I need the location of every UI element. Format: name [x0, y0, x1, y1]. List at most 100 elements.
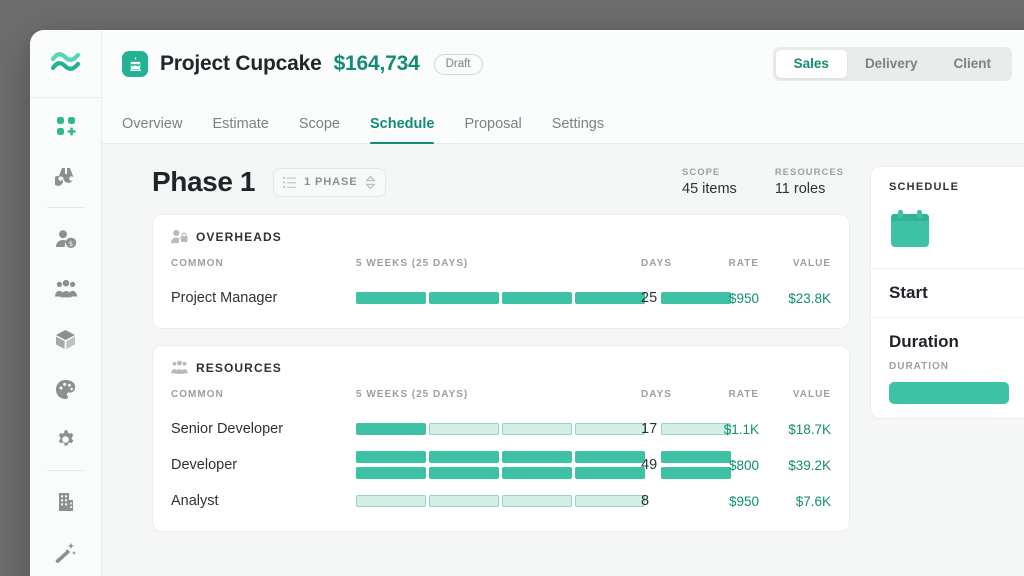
row-rate: $950: [689, 291, 759, 306]
sidebar-item-company[interactable]: [44, 480, 88, 524]
sidebar-item-people[interactable]: [44, 267, 88, 311]
tab-proposal[interactable]: Proposal: [464, 116, 521, 143]
magic-wand-icon: [55, 542, 76, 563]
week-bar: [575, 495, 645, 507]
row-rate: $1.1K: [689, 422, 759, 437]
sidebar-divider-1: [47, 207, 85, 208]
row-days: 8: [637, 493, 689, 509]
stat-scope-key: SCOPE: [682, 167, 737, 178]
phase-header: Phase 1: [152, 166, 850, 214]
tab-scope[interactable]: Scope: [299, 116, 340, 143]
sidebar-item-settings[interactable]: [44, 417, 88, 461]
week-bar: [429, 467, 499, 479]
schedule-column: Phase 1: [102, 144, 870, 576]
table-row[interactable]: Senior Developer 17: [171, 411, 831, 447]
week-bar: [502, 467, 572, 479]
left-sidebar: $: [30, 30, 102, 576]
sidebar-item-discover[interactable]: [44, 154, 88, 198]
view-segmented-control: Sales Delivery Client: [773, 47, 1012, 81]
col-header-days: DAYS: [637, 258, 689, 280]
wave-logo-icon: [51, 51, 81, 77]
tab-settings[interactable]: Settings: [552, 116, 604, 143]
sidebar-item-branding[interactable]: [44, 367, 88, 411]
person-badge-icon: [171, 229, 188, 244]
row-timeline[interactable]: [356, 451, 637, 479]
phase-selector-label: 1 PHASE: [304, 176, 357, 188]
week-bar: [356, 495, 426, 507]
week-bar: [575, 423, 645, 435]
header-actions: Sales Delivery Client: [773, 47, 1024, 81]
status-badge: Draft: [434, 54, 483, 75]
card-header: RESOURCES: [171, 360, 831, 375]
col-header-rate: RATE: [689, 258, 759, 280]
sidebar-item-automation[interactable]: [44, 530, 88, 574]
panel-start-section: Start: [871, 269, 1024, 318]
table-row[interactable]: Analyst 8 $95: [171, 483, 831, 519]
bar-group: [356, 423, 637, 435]
week-bar: [356, 451, 426, 463]
sidebar-item-products[interactable]: [44, 317, 88, 361]
people-group-icon: [55, 279, 77, 299]
tab-overview[interactable]: Overview: [122, 116, 182, 143]
tab-schedule[interactable]: Schedule: [370, 116, 434, 143]
row-rate: $950: [689, 494, 759, 509]
bar-group: [356, 451, 637, 463]
row-timeline[interactable]: [356, 292, 637, 304]
segment-sales[interactable]: Sales: [776, 50, 847, 78]
panel-schedule-section: SCHEDULE: [871, 167, 1024, 269]
tab-estimate[interactable]: Estimate: [212, 116, 268, 143]
col-header-name: COMMON: [171, 389, 356, 411]
building-icon: [56, 492, 75, 512]
screen: $: [0, 0, 1024, 576]
main-area: Project Cupcake $164,734 Draft Sales Del…: [102, 30, 1024, 576]
week-bar: [502, 451, 572, 463]
panel-duration-label: Duration: [889, 332, 1024, 352]
sidebar-item-sales[interactable]: $: [44, 217, 88, 261]
page-title: Project Cupcake: [160, 52, 322, 76]
row-value: $39.2K: [759, 458, 831, 473]
week-bar: [502, 292, 572, 304]
sidebar-item-dashboard[interactable]: [44, 104, 88, 148]
segment-delivery[interactable]: Delivery: [847, 50, 936, 78]
row-timeline[interactable]: [356, 495, 637, 507]
schedule-side-panel: SCHEDULE Start: [870, 144, 1024, 576]
panel-duration-section: Duration DURATION: [871, 318, 1024, 418]
panel-duration-chip[interactable]: [889, 382, 1009, 404]
gear-icon: [55, 429, 76, 450]
content-area: Phase 1: [102, 144, 1024, 576]
card-header: OVERHEADS: [171, 229, 831, 244]
week-bar: [429, 423, 499, 435]
grid-plus-icon: [56, 116, 76, 136]
row-days: 49: [637, 457, 689, 473]
row-rate: $800: [689, 458, 759, 473]
table-row[interactable]: Project Manager 25: [171, 280, 831, 316]
overheads-card: OVERHEADS COMMON 5 WEEKS (25 DAYS) DAYS …: [152, 214, 850, 329]
box-icon: [55, 329, 76, 350]
project-avatar: [122, 51, 148, 77]
cupcake-icon: [128, 57, 143, 72]
segment-client[interactable]: Client: [935, 50, 1009, 78]
phase-stats: SCOPE 45 items RESOURCES 11 roles: [682, 167, 850, 197]
calendar-icon: [889, 209, 931, 249]
row-name: Senior Developer: [171, 421, 356, 437]
phase-selector[interactable]: 1 PHASE: [273, 168, 386, 197]
table-row[interactable]: Developer: [171, 447, 831, 483]
row-value: $7.6K: [759, 494, 831, 509]
row-days: 17: [637, 421, 689, 437]
bar-group: [356, 467, 637, 479]
sidebar-divider-2: [47, 470, 85, 471]
week-bar: [502, 423, 572, 435]
resources-column-headers: COMMON 5 WEEKS (25 DAYS) DAYS RATE VALUE: [171, 389, 831, 411]
row-timeline[interactable]: [356, 423, 637, 435]
week-bar: [502, 495, 572, 507]
row-days: 25: [637, 290, 689, 306]
list-icon: [283, 176, 296, 189]
week-bar: [429, 451, 499, 463]
stat-resources-value: 11 roles: [775, 181, 844, 197]
panel-kicker: SCHEDULE: [889, 181, 1024, 193]
app-window: $: [30, 30, 1024, 576]
card-title: OVERHEADS: [196, 230, 282, 244]
app-logo[interactable]: [30, 30, 101, 98]
chevron-updown-icon: [365, 175, 376, 190]
calendar-icon-wrap: [889, 209, 1024, 254]
